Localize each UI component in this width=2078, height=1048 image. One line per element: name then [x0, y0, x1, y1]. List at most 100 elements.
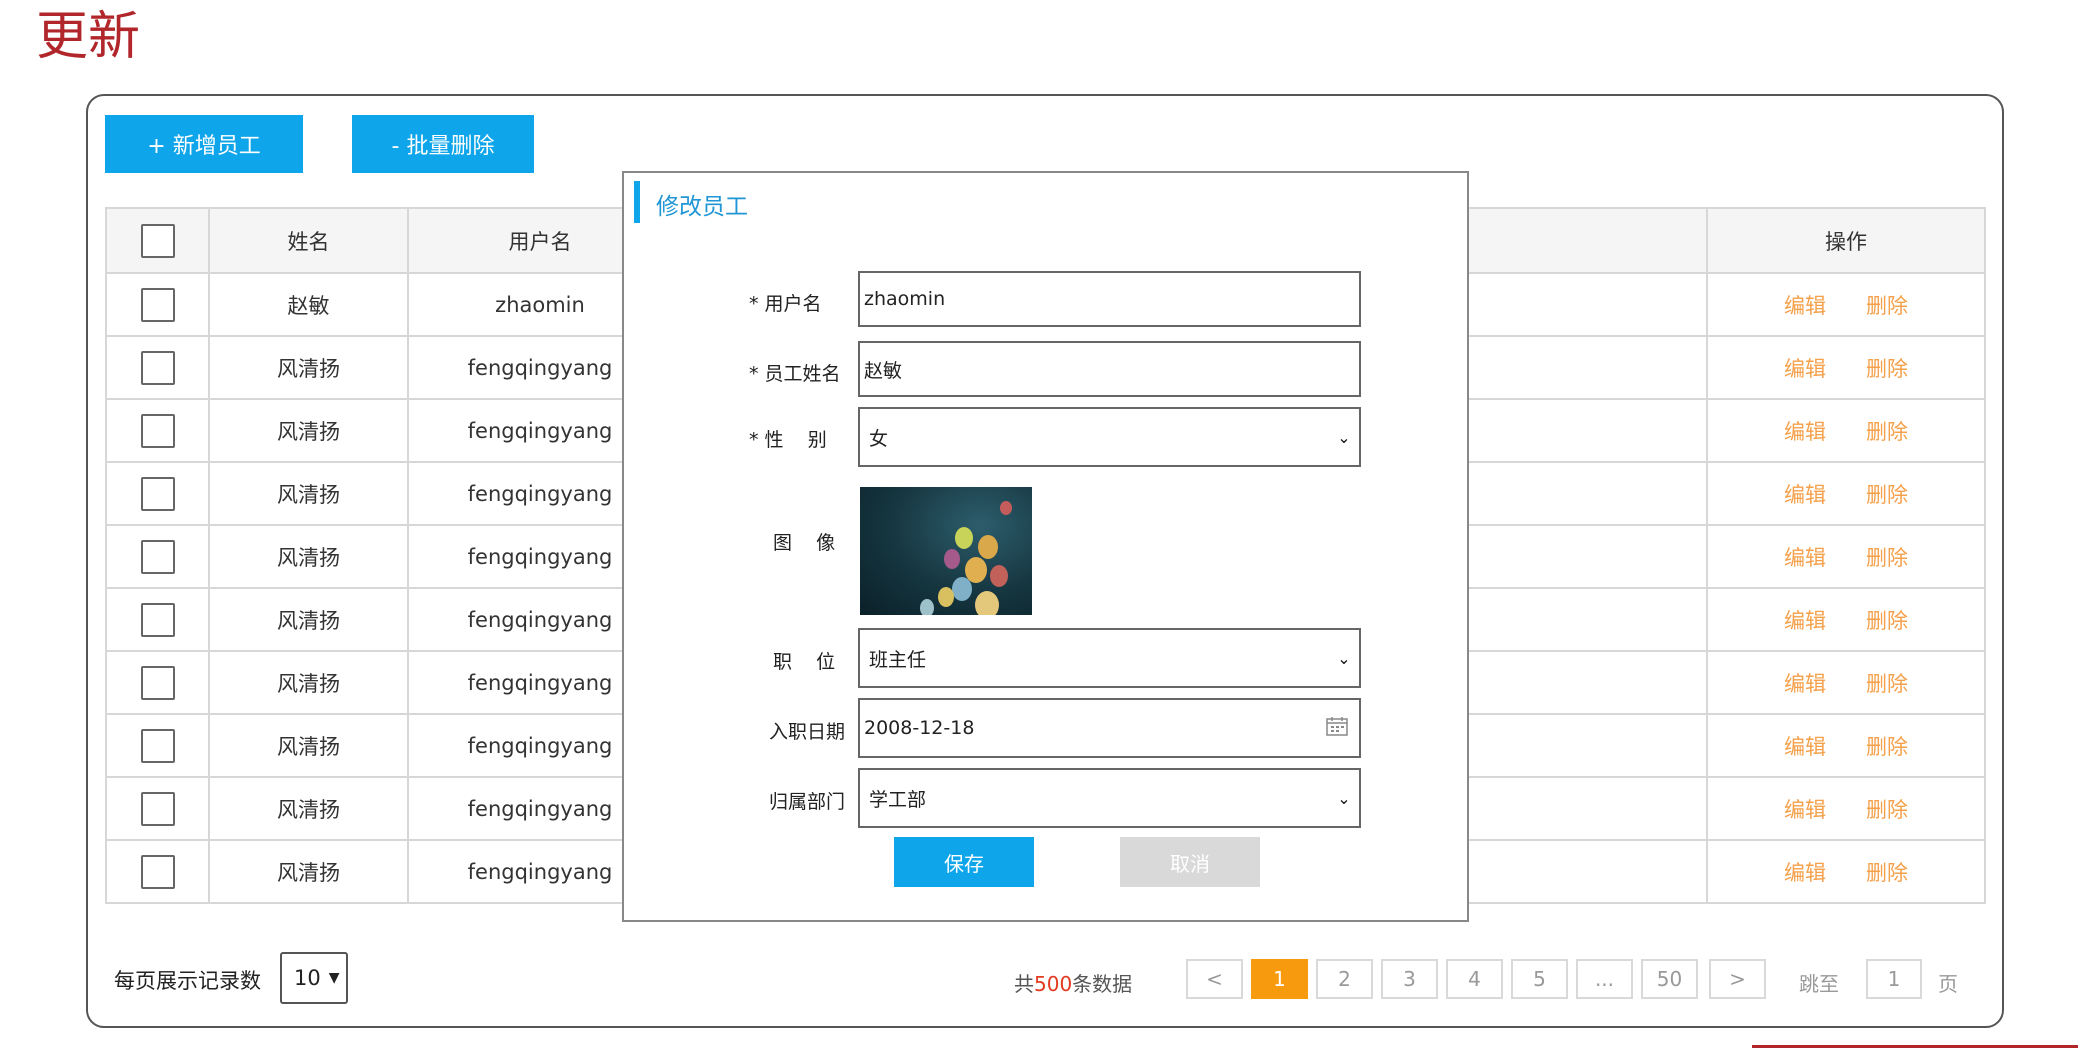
delete-link[interactable]: 删除	[1866, 546, 1908, 570]
username-label: * 用户名	[749, 293, 822, 315]
batch-delete-button[interactable]: - 批量删除	[352, 115, 534, 173]
row-select-cell[interactable]	[105, 461, 210, 526]
edit-link[interactable]: 编辑	[1784, 609, 1826, 633]
position-label: 职 位	[773, 651, 836, 673]
row-checkbox[interactable]	[140, 539, 175, 574]
edit-link[interactable]: 编辑	[1784, 798, 1826, 822]
pager-page-3[interactable]: 3	[1381, 959, 1438, 999]
pager-page-1[interactable]: 1	[1251, 959, 1308, 999]
page-size-select[interactable]: 10 ▼	[280, 952, 348, 1004]
save-button[interactable]: 保存	[894, 837, 1034, 887]
select-all-cell[interactable]	[105, 207, 210, 274]
edit-link[interactable]: 编辑	[1784, 420, 1826, 444]
edit-link[interactable]: 编辑	[1784, 546, 1826, 570]
edit-link[interactable]: 编辑	[1784, 735, 1826, 759]
chevron-down-icon: ⌄	[1337, 427, 1351, 447]
hiredate-label: 入职日期	[769, 721, 846, 743]
row-select-cell[interactable]	[105, 839, 210, 904]
header-name: 姓名	[208, 207, 409, 274]
edit-employee-dialog: 修改员工 * 用户名 zhaomin * 员工姓名 赵敏 * 性 别 女 ⌄ 图…	[622, 171, 1469, 922]
pager-page-4[interactable]: 4	[1446, 959, 1503, 999]
row-actions: 编辑 删除	[1706, 335, 1986, 400]
delete-link[interactable]: 删除	[1866, 483, 1908, 507]
title-accent-bar	[634, 181, 640, 223]
username-field[interactable]: zhaomin	[858, 271, 1361, 327]
delete-link[interactable]: 删除	[1866, 420, 1908, 444]
row-select-cell[interactable]	[105, 713, 210, 778]
row-name: 风清扬	[208, 587, 409, 652]
row-checkbox[interactable]	[140, 413, 175, 448]
edit-link[interactable]: 编辑	[1784, 672, 1826, 696]
row-checkbox[interactable]	[140, 854, 175, 889]
username-value: zhaomin	[864, 288, 946, 310]
row-checkbox[interactable]	[140, 665, 175, 700]
row-name: 风清扬	[208, 650, 409, 715]
row-actions: 编辑 删除	[1706, 524, 1986, 589]
dept-select[interactable]: 学工部 ⌄	[858, 768, 1361, 828]
jump-page-input[interactable]: 1	[1866, 959, 1922, 999]
row-actions: 编辑 删除	[1706, 461, 1986, 526]
realname-value: 赵敏	[864, 359, 903, 382]
pager-page-5[interactable]: 5	[1511, 959, 1568, 999]
row-checkbox[interactable]	[140, 350, 175, 385]
header-actions: 操作	[1706, 207, 1986, 274]
row-checkbox[interactable]	[140, 476, 175, 511]
pager-prev-button[interactable]: <	[1186, 959, 1243, 999]
row-select-cell[interactable]	[105, 524, 210, 589]
edit-link[interactable]: 编辑	[1784, 861, 1826, 885]
row-select-cell[interactable]	[105, 650, 210, 715]
row-checkbox[interactable]	[140, 791, 175, 826]
edit-link[interactable]: 编辑	[1784, 294, 1826, 318]
row-name: 赵敏	[208, 272, 409, 337]
delete-link[interactable]: 删除	[1866, 294, 1908, 318]
row-select-cell[interactable]	[105, 587, 210, 652]
row-actions: 编辑 删除	[1706, 650, 1986, 715]
add-employee-button[interactable]: + 新增员工	[105, 115, 303, 173]
hiredate-field[interactable]: 2008-12-18	[858, 698, 1361, 758]
edit-link[interactable]: 编辑	[1784, 357, 1826, 381]
realname-field[interactable]: 赵敏	[858, 341, 1361, 397]
row-select-cell[interactable]	[105, 776, 210, 841]
delete-link[interactable]: 删除	[1866, 861, 1908, 885]
row-select-cell[interactable]	[105, 398, 210, 463]
balloon-shape	[990, 565, 1008, 587]
delete-link[interactable]: 删除	[1866, 735, 1908, 759]
delete-link[interactable]: 删除	[1866, 672, 1908, 696]
position-value: 班主任	[869, 648, 927, 671]
pager-ellipsis[interactable]: ...	[1576, 959, 1633, 999]
cancel-button[interactable]: 取消	[1120, 837, 1260, 887]
row-select-cell[interactable]	[105, 272, 210, 337]
row-name: 风清扬	[208, 461, 409, 526]
dept-value: 学工部	[869, 788, 927, 811]
row-name: 风清扬	[208, 839, 409, 904]
position-select[interactable]: 班主任 ⌄	[858, 628, 1361, 688]
dept-label: 归属部门	[769, 791, 846, 813]
row-actions: 编辑 删除	[1706, 587, 1986, 652]
gender-label: * 性 别	[749, 429, 827, 451]
row-actions: 编辑 删除	[1706, 839, 1986, 904]
row-checkbox[interactable]	[140, 287, 175, 322]
row-checkbox[interactable]	[140, 728, 175, 763]
calendar-icon[interactable]	[1315, 716, 1359, 741]
row-select-cell[interactable]	[105, 335, 210, 400]
pager-next-button[interactable]: >	[1709, 959, 1766, 999]
delete-link[interactable]: 删除	[1866, 609, 1908, 633]
pager-page-50[interactable]: 50	[1641, 959, 1698, 999]
gender-select[interactable]: 女 ⌄	[858, 407, 1361, 467]
avatar-image[interactable]	[860, 487, 1032, 615]
delete-link[interactable]: 删除	[1866, 798, 1908, 822]
chevron-down-icon: ▼	[328, 970, 340, 986]
total-suffix: 条数据	[1072, 972, 1133, 996]
row-actions: 编辑 删除	[1706, 398, 1986, 463]
balloon-shape	[920, 599, 934, 615]
total-number: 500	[1034, 972, 1073, 996]
row-checkbox[interactable]	[140, 602, 175, 637]
row-name: 风清扬	[208, 335, 409, 400]
page-size-value: 10	[294, 966, 321, 990]
pager-page-2[interactable]: 2	[1316, 959, 1373, 999]
balloon-shape	[952, 577, 972, 601]
select-all-checkbox[interactable]	[140, 223, 175, 258]
total-count: 共500条数据	[1014, 968, 1132, 997]
delete-link[interactable]: 删除	[1866, 357, 1908, 381]
edit-link[interactable]: 编辑	[1784, 483, 1826, 507]
